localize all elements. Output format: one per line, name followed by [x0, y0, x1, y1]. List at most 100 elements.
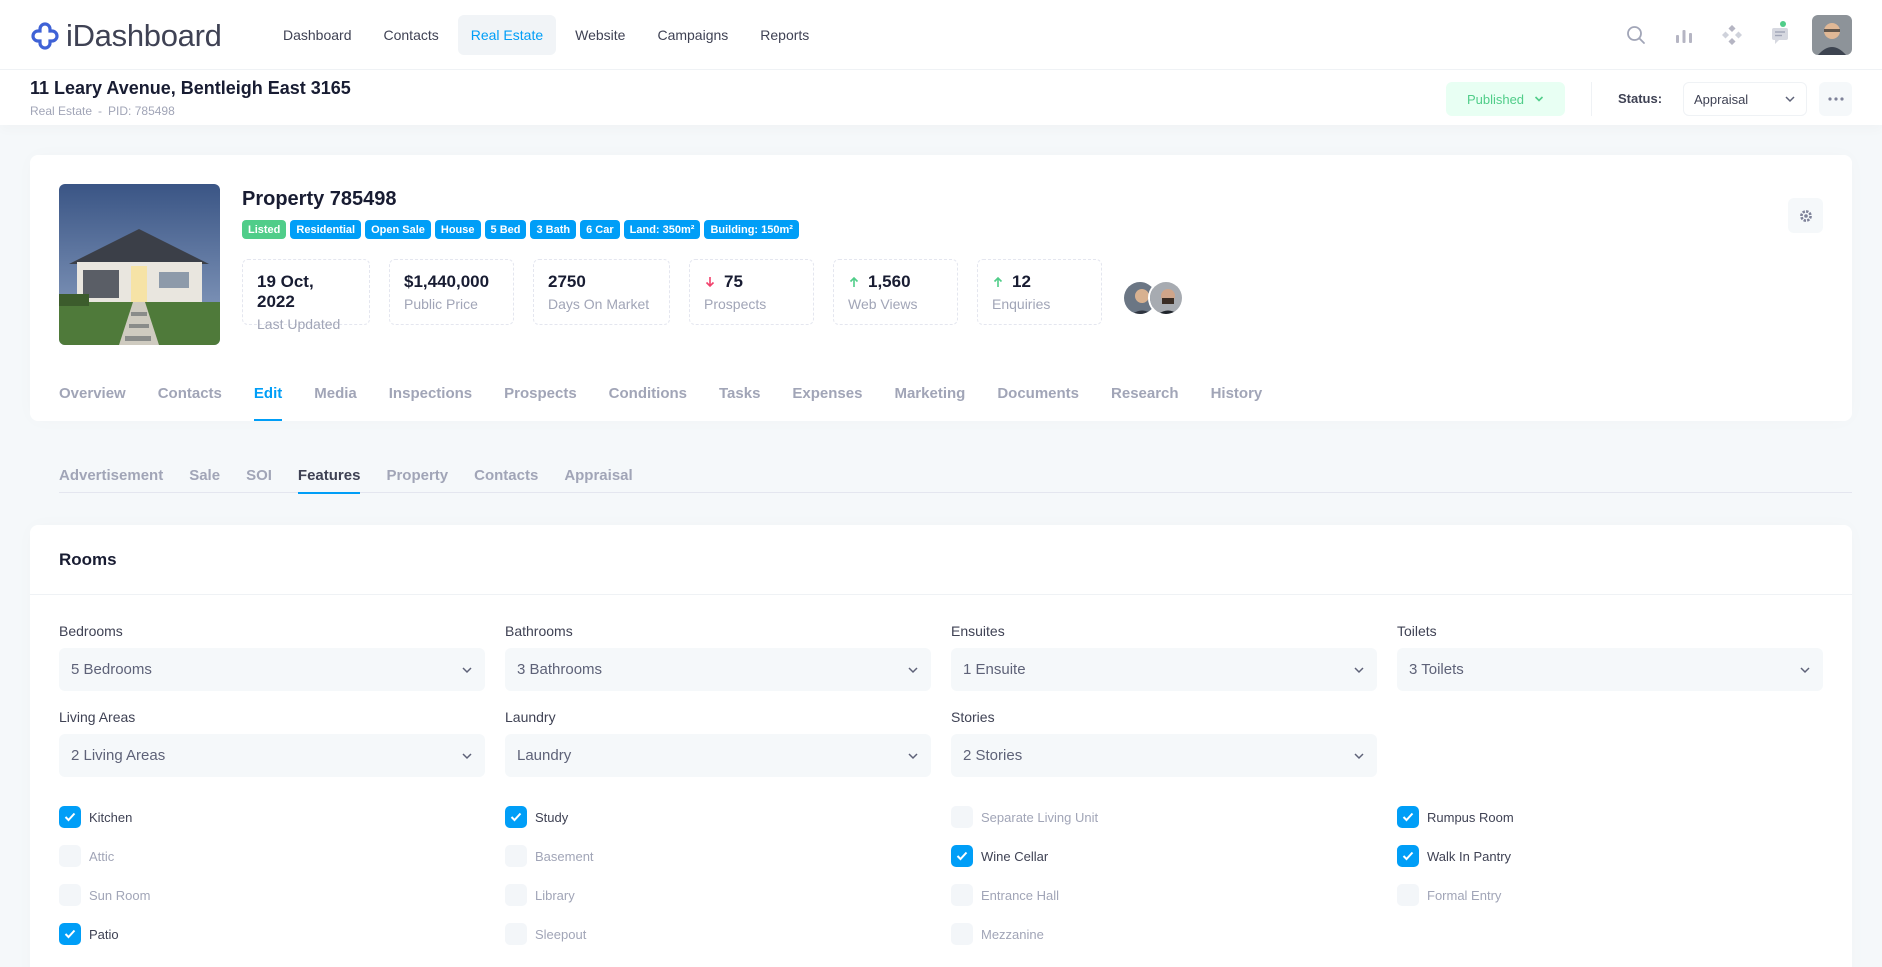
tab-contacts[interactable]: Contacts — [158, 366, 222, 421]
arrow-up-icon — [993, 276, 1003, 287]
badge-open-sale: Open Sale — [365, 220, 431, 239]
user-photo-icon — [1812, 15, 1852, 55]
subtab-appraisal[interactable]: Appraisal — [564, 457, 632, 493]
tab-overview[interactable]: Overview — [59, 366, 126, 421]
tab-marketing[interactable]: Marketing — [894, 366, 965, 421]
more-options-button[interactable] — [1819, 82, 1852, 116]
select-value: 2 Stories — [963, 747, 1023, 764]
checkbox-box[interactable] — [505, 923, 527, 945]
stat-label: Last Updated — [257, 316, 341, 332]
checkbox-wine-cellar[interactable]: Wine Cellar — [951, 845, 1048, 867]
nav-reports[interactable]: Reports — [747, 15, 822, 55]
house-photo-icon — [59, 184, 220, 345]
nav-contacts[interactable]: Contacts — [371, 15, 452, 55]
checkbox-label: Attic — [89, 848, 115, 864]
checkbox-box[interactable] — [59, 923, 81, 945]
stat-label: Public Price — [404, 296, 478, 312]
nav-website[interactable]: Website — [562, 15, 638, 55]
tab-tasks[interactable]: Tasks — [719, 366, 760, 421]
checkbox-box[interactable] — [951, 923, 973, 945]
select-value: 3 Toilets — [1409, 661, 1464, 678]
bedrooms-select[interactable]: 5 Bedrooms — [59, 648, 485, 691]
subtab-sale[interactable]: Sale — [189, 457, 220, 493]
app-logo[interactable]: iDashboard — [30, 18, 222, 54]
badge-bath: 3 Bath — [530, 220, 577, 239]
checkbox-library[interactable]: Library — [505, 884, 575, 906]
breadcrumb-section[interactable]: Real Estate — [30, 104, 92, 118]
checkbox-box[interactable] — [505, 806, 527, 828]
stories-select[interactable]: 2 Stories — [951, 734, 1377, 777]
checkbox-box[interactable] — [1397, 845, 1419, 867]
tab-media[interactable]: Media — [314, 366, 357, 421]
subtab-features[interactable]: Features — [297, 457, 360, 494]
badge-listed: Listed — [242, 220, 287, 239]
settings-button[interactable] — [1788, 198, 1823, 233]
checkbox-basement[interactable]: Basement — [505, 845, 594, 867]
tab-history[interactable]: History — [1211, 366, 1263, 421]
published-button[interactable]: Published — [1446, 82, 1565, 116]
checkbox-box[interactable] — [505, 884, 527, 906]
checkbox-box[interactable] — [1397, 806, 1419, 828]
property-photo[interactable] — [59, 184, 220, 345]
checkbox-label: Basement — [535, 848, 594, 864]
checkbox-entrance-hall[interactable]: Entrance Hall — [951, 884, 1059, 906]
checkbox-box[interactable] — [951, 845, 973, 867]
tab-prospects[interactable]: Prospects — [504, 366, 577, 421]
toilets-select[interactable]: 3 Toilets — [1397, 648, 1823, 691]
checkbox-box[interactable] — [505, 845, 527, 867]
chevron-down-icon — [1354, 752, 1364, 759]
analytics-button[interactable] — [1664, 15, 1704, 55]
checkbox-attic[interactable]: Attic — [59, 845, 114, 867]
checkbox-label: Formal Entry — [1427, 887, 1502, 903]
checkbox-patio[interactable]: Patio — [59, 923, 119, 945]
checkbox-kitchen[interactable]: Kitchen — [59, 806, 132, 828]
subtab-contacts[interactable]: Contacts — [474, 457, 538, 493]
checkbox-box[interactable] — [59, 845, 81, 867]
checkbox-study[interactable]: Study — [505, 806, 568, 828]
checkbox-box[interactable] — [1397, 884, 1419, 906]
tab-documents[interactable]: Documents — [997, 366, 1079, 421]
checkbox-walk-in-pantry[interactable]: Walk In Pantry — [1397, 845, 1511, 867]
laundry-select[interactable]: Laundry — [505, 734, 931, 777]
tab-research[interactable]: Research — [1111, 366, 1179, 421]
living-areas-select[interactable]: 2 Living Areas — [59, 734, 485, 777]
nav-real-estate[interactable]: Real Estate — [457, 15, 557, 55]
checkbox-label: Library — [535, 887, 575, 903]
field-laundry: Laundry Laundry — [505, 709, 931, 777]
apps-button[interactable] — [1712, 15, 1752, 55]
stat-value: 19 Oct, 2022 — [257, 272, 314, 311]
nav-campaigns[interactable]: Campaigns — [644, 15, 741, 55]
checkbox-sun-room[interactable]: Sun Room — [59, 884, 150, 906]
checkbox-box[interactable] — [951, 884, 973, 906]
agent-avatar[interactable] — [1148, 280, 1184, 316]
search-button[interactable] — [1616, 15, 1656, 55]
status-select[interactable]: Appraisal — [1683, 82, 1807, 116]
checkmark-icon — [64, 812, 76, 822]
page-toolbar: 11 Leary Avenue, Bentleigh East 3165 Rea… — [0, 70, 1882, 125]
messages-button[interactable] — [1760, 15, 1800, 55]
tab-conditions[interactable]: Conditions — [609, 366, 687, 421]
subtab-property[interactable]: Property — [386, 457, 448, 493]
checkbox-separate-living-unit[interactable]: Separate Living Unit — [951, 806, 1098, 828]
checkbox-rumpus-room[interactable]: Rumpus Room — [1397, 806, 1514, 828]
checkbox-box[interactable] — [59, 806, 81, 828]
user-avatar[interactable] — [1812, 15, 1852, 55]
subtab-soi[interactable]: SOI — [246, 457, 272, 493]
chevron-down-icon — [462, 666, 472, 673]
field-label: Bedrooms — [59, 623, 123, 639]
checkbox-formal-entry[interactable]: Formal Entry — [1397, 884, 1501, 906]
stat-value: 75 — [724, 272, 743, 291]
checkbox-box[interactable] — [951, 806, 973, 828]
checkbox-sleepout[interactable]: Sleepout — [505, 923, 586, 945]
ensuites-select[interactable]: 1 Ensuite — [951, 648, 1377, 691]
checkbox-box[interactable] — [59, 884, 81, 906]
checkbox-mezzanine[interactable]: Mezzanine — [951, 923, 1044, 945]
subtab-advertisement[interactable]: Advertisement — [59, 457, 163, 493]
checkbox-label: Entrance Hall — [981, 887, 1060, 903]
bathrooms-select[interactable]: 3 Bathrooms — [505, 648, 931, 691]
tab-edit[interactable]: Edit — [253, 366, 283, 421]
badge-car: 6 Car — [580, 220, 620, 239]
tab-inspections[interactable]: Inspections — [389, 366, 472, 421]
tab-expenses[interactable]: Expenses — [792, 366, 862, 421]
nav-dashboard[interactable]: Dashboard — [270, 15, 365, 55]
